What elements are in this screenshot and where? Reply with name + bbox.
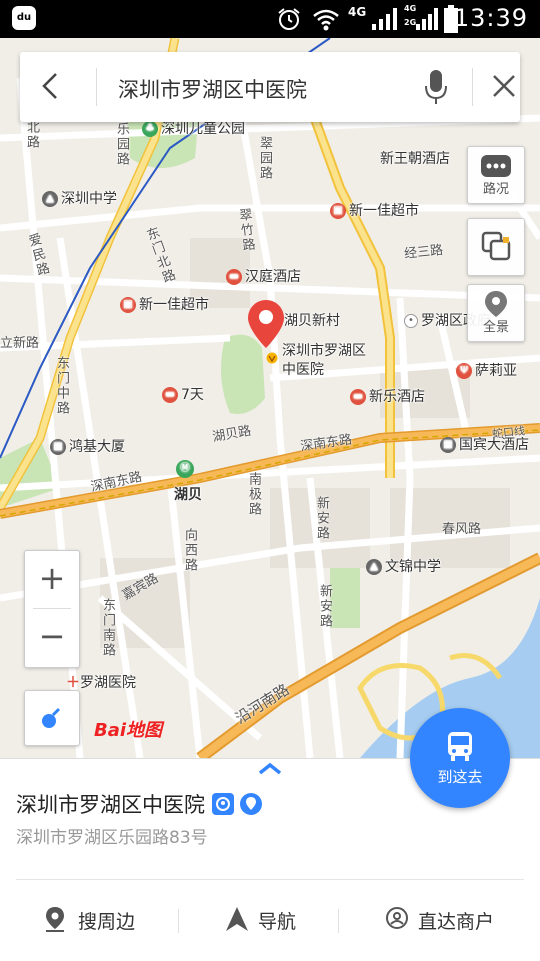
locate-me-button[interactable] xyxy=(24,690,80,746)
network-type-1: 4G xyxy=(348,5,366,19)
alarm-icon xyxy=(276,6,302,32)
layers-button[interactable] xyxy=(467,218,525,276)
clock: 13:39 xyxy=(454,4,528,32)
navigate-button[interactable]: 导航 xyxy=(226,905,326,935)
shopping-bag-icon: ▣ xyxy=(120,297,136,313)
poi-guobin[interactable]: ▦国宾大酒店 xyxy=(440,434,529,454)
direct-merchant-label: 直达商户 xyxy=(418,907,494,934)
building-icon: ▦ xyxy=(50,439,66,455)
status-bar: du 4G 4G 2G 13:39 xyxy=(0,0,540,38)
signal-2-icon xyxy=(416,6,440,32)
selected-poi-badge-icon xyxy=(266,352,278,364)
poi-market-2[interactable]: ▣新一佳超市 xyxy=(120,294,209,314)
go-here-label: 到这去 xyxy=(410,766,510,787)
poi-market-1[interactable]: ▣新一佳超市 xyxy=(330,200,419,220)
divider xyxy=(178,909,179,933)
close-icon xyxy=(492,74,516,98)
poi-hotel-7days[interactable]: ▬7天 xyxy=(162,384,204,404)
location-badge-icon xyxy=(240,793,262,815)
poi-metro-hubei[interactable]: Ⓜ xyxy=(176,460,197,478)
place-address: 深圳市罗湖区乐园路83号 xyxy=(16,823,208,848)
hotel-bed-icon: ▬ xyxy=(226,269,242,285)
traffic-button[interactable]: 路况 xyxy=(467,146,525,204)
road-label-chunfeng: 春风路 xyxy=(442,518,481,537)
zoom-control: + − xyxy=(24,550,80,668)
metro-station-icon: Ⓜ xyxy=(176,460,194,478)
road-label-cuiyuan: 翠园路 xyxy=(255,136,274,181)
road-label-dongmennan: 东门南路 xyxy=(98,598,117,658)
panorama-button[interactable]: 全景 xyxy=(467,284,525,342)
signal-1-icon xyxy=(372,6,402,32)
chevron-up-icon[interactable] xyxy=(256,761,284,777)
park-icon: ♣ xyxy=(142,121,158,137)
shopping-bag-icon: ▣ xyxy=(330,203,346,219)
poi-honji[interactable]: ▦鸿基大厦 xyxy=(50,436,125,456)
network-type-2a: 4G xyxy=(404,4,416,13)
app-notification-icon: du xyxy=(12,6,36,30)
chevron-left-icon xyxy=(38,68,62,104)
poi-hotel-xinwangchao[interactable]: 新王朝酒店 xyxy=(380,148,450,168)
merchant-icon xyxy=(386,907,408,929)
road-label-liwen: 立新路 xyxy=(0,332,39,351)
poi-hospital-luohu[interactable]: ＋罗湖医院 xyxy=(66,672,136,692)
map-pin-icon xyxy=(46,907,64,933)
zoom-in-button[interactable]: + xyxy=(25,551,79,607)
navigate-label: 导航 xyxy=(258,907,296,934)
road-label-jingsan: 经三路 xyxy=(403,239,444,262)
poi-salia[interactable]: Ψ萨莉亚 xyxy=(456,360,517,380)
wifi-icon xyxy=(312,6,340,32)
poi-hotel-xinle[interactable]: ▬新乐酒店 xyxy=(350,386,425,406)
divider xyxy=(338,909,339,933)
panorama-label: 全景 xyxy=(468,316,524,335)
search-nearby-label: 搜周边 xyxy=(78,907,135,934)
poi-school-wenjin[interactable]: ▲文锦中学 xyxy=(366,556,441,576)
road-label-xinan-1: 新安路 xyxy=(312,496,331,541)
divider xyxy=(16,879,524,880)
navigation-arrow-icon xyxy=(226,907,248,931)
school-icon: ▲ xyxy=(42,191,58,207)
poi-hotel-hanting[interactable]: ▬汉庭酒店 xyxy=(226,266,301,286)
search-query-text[interactable]: 深圳市罗湖区中医院 xyxy=(118,74,307,104)
clear-search-button[interactable] xyxy=(474,66,534,106)
baidu-map-logo: Bai地图 xyxy=(94,716,162,742)
search-nearby-button[interactable]: 搜周边 xyxy=(46,905,166,935)
microphone-icon[interactable] xyxy=(424,70,448,104)
divider xyxy=(96,68,97,106)
panorama-pin-icon xyxy=(485,291,507,319)
network-type-2b: 2G xyxy=(404,18,416,27)
verified-merchant-icon xyxy=(212,793,234,815)
road-label-dongmenzhong: 东门中路 xyxy=(52,356,71,416)
selected-place-label: 深圳市罗湖区中医院 xyxy=(282,342,368,380)
location-pin-icon[interactable] xyxy=(248,300,284,356)
place-name: 深圳市罗湖区中医院 xyxy=(16,789,262,819)
restaurant-icon: Ψ xyxy=(456,363,472,379)
building-icon: ▦ xyxy=(440,437,456,453)
hotel-bed-icon: ▬ xyxy=(162,387,178,403)
compass-locate-icon xyxy=(25,691,79,745)
traffic-icon xyxy=(481,155,511,177)
search-bar[interactable]: 深圳市罗湖区中医院 xyxy=(20,52,520,122)
bus-icon xyxy=(446,732,474,762)
back-button[interactable] xyxy=(38,68,74,104)
metro-hubei-label: 湖贝 xyxy=(174,484,202,504)
hospital-cross-icon: ＋ xyxy=(66,675,80,691)
go-here-button[interactable]: 到这去 xyxy=(410,708,510,808)
direct-merchant-button[interactable]: 直达商户 xyxy=(386,905,526,935)
poi-hubei-xincun[interactable]: 湖贝新村 xyxy=(284,310,340,330)
government-dot-icon: • xyxy=(404,314,418,328)
poi-school-n[interactable]: ▲深圳中学 xyxy=(42,188,117,208)
layers-icon xyxy=(481,231,511,261)
road-label-xiangxi: 向西路 xyxy=(180,528,199,573)
road-label-lebei: 乐园路 xyxy=(112,122,131,167)
map-view[interactable]: 深南东路 深南东路 湖贝路 春风路 经三路 沿河南路 蛇口线 东门中路 东门南路… xyxy=(0,38,540,758)
traffic-label: 路况 xyxy=(468,178,524,197)
school-icon: ▲ xyxy=(366,559,382,575)
road-label-nanji: 南极路 xyxy=(244,472,263,517)
zoom-out-button[interactable]: − xyxy=(25,609,79,665)
road-label-xinbei: 北路 xyxy=(22,120,41,150)
divider xyxy=(472,68,473,106)
road-label-xinan-2: 新安路 xyxy=(315,584,334,629)
hotel-bed-icon: ▬ xyxy=(350,389,366,405)
